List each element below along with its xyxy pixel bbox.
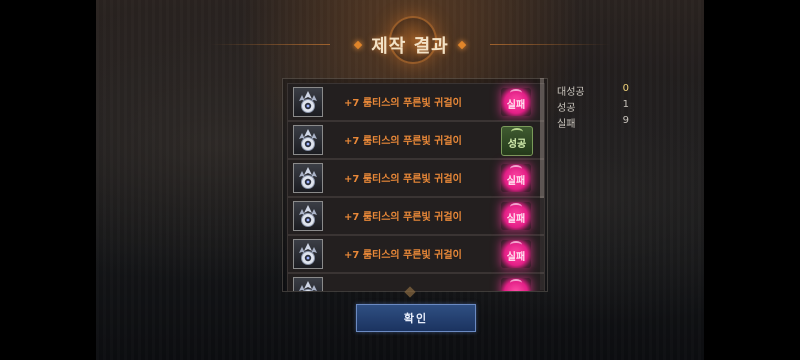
result-row[interactable]: +7 룸티스의 푸른빛 귀걸이 실패 xyxy=(287,83,545,121)
letterbox-left xyxy=(0,0,96,360)
result-row[interactable]: +7 룸티스의 푸른빛 귀걸이 실패 xyxy=(287,197,545,235)
earring-icon[interactable] xyxy=(293,87,323,117)
success-badge: 성공 xyxy=(501,126,533,156)
scrollbar-thumb[interactable] xyxy=(540,78,544,198)
diamond-ornament-icon xyxy=(353,40,363,50)
scrollbar[interactable] xyxy=(540,78,544,290)
title-divider-right xyxy=(490,44,610,45)
earring-icon[interactable] xyxy=(293,201,323,231)
stat-label: 성공 xyxy=(557,103,576,114)
result-summary: 대성공 0 성공 1 실패 9 xyxy=(557,82,629,130)
list-end-ornament-icon xyxy=(380,288,440,298)
earring-icon[interactable] xyxy=(293,277,323,291)
item-name: +7 룸티스의 푸른빛 귀걸이 xyxy=(344,212,462,223)
letterbox-right xyxy=(704,0,800,360)
earring-icon[interactable] xyxy=(293,125,323,155)
confirm-button[interactable]: 확인 xyxy=(356,304,476,332)
stat-label: 실패 xyxy=(557,119,576,130)
dialog-title: 제작 결과 xyxy=(371,36,449,57)
badge-crest-icon xyxy=(510,279,522,287)
fail-badge: 실패 xyxy=(501,202,531,230)
fail-badge: 실패 xyxy=(501,88,531,116)
fail-badge: 실패 xyxy=(501,164,531,192)
earring-icon[interactable] xyxy=(293,163,323,193)
result-label: 실패 xyxy=(506,176,526,187)
craft-result-list[interactable]: +7 룸티스의 푸른빛 귀걸이 실패 +7 룸티스의 푸른빛 귀걸이 성공 +7 룸티스… xyxy=(282,78,548,292)
earring-icon[interactable] xyxy=(293,239,323,269)
fail-badge: 실패 xyxy=(501,240,531,268)
result-label: 실패 xyxy=(506,100,526,111)
item-name: +7 룸티스의 푸른빛 귀걸이 xyxy=(344,250,462,261)
stat-value: 1 xyxy=(622,99,629,110)
result-row[interactable]: +7 룸티스의 푸른빛 귀걸이 실패 xyxy=(287,235,545,273)
item-name: +7 룸티스의 푸른빛 귀걸이 xyxy=(344,174,462,185)
result-row[interactable]: +7 룸티스의 푸른빛 귀걸이 성공 xyxy=(287,121,545,159)
item-name: +7 룸티스의 푸른빛 귀걸이 xyxy=(344,136,462,147)
result-label: 성공 xyxy=(507,139,527,150)
stat-label: 대성공 xyxy=(557,87,585,98)
result-row[interactable]: +7 룸티스의 푸른빛 귀걸이 실패 xyxy=(287,159,545,197)
stat-row: 대성공 0 xyxy=(557,82,629,98)
diamond-ornament-icon xyxy=(457,40,466,50)
result-label: 실패 xyxy=(506,252,526,263)
item-name: +7 룸티스의 푸른빛 귀걸이 xyxy=(344,98,462,109)
title-divider-left xyxy=(210,44,330,45)
dialog-header: 제작 결과 xyxy=(340,32,480,58)
fail-badge xyxy=(501,278,531,291)
stat-value: 0 xyxy=(622,83,629,94)
result-label: 실패 xyxy=(506,214,526,225)
stat-row: 실패 9 xyxy=(557,114,629,130)
stat-row: 성공 1 xyxy=(557,98,629,114)
stat-value: 9 xyxy=(622,115,629,126)
